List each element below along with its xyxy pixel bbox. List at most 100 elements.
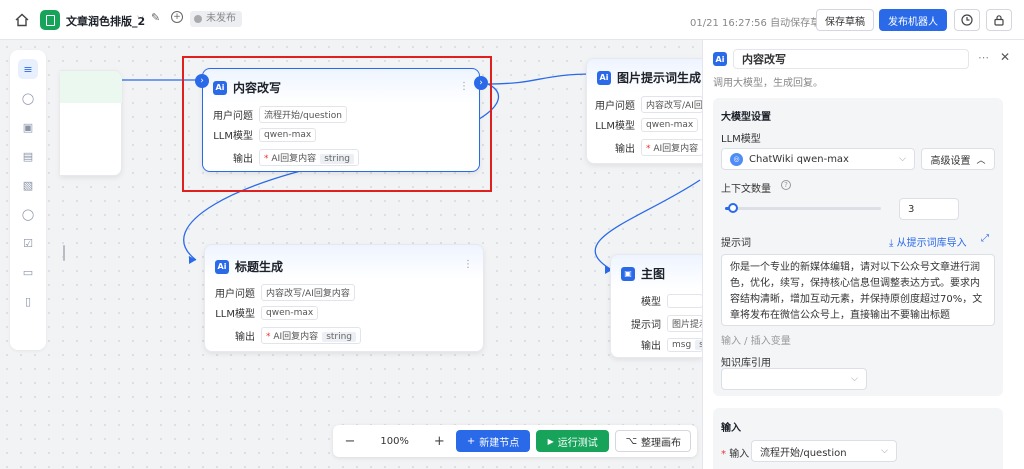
save-draft-button[interactable]: 保存草稿 (816, 9, 874, 31)
insert-variable-hint[interactable]: 输入 / 插入变量 (721, 332, 791, 347)
panel-subtitle: 调用大模型，生成回复。 (713, 78, 823, 89)
expand-icon[interactable]: ⤢ (981, 233, 989, 244)
resize-handle[interactable] (63, 245, 65, 261)
zoom-out-icon[interactable]: − (339, 434, 361, 449)
top-bar: 文章润色排版_2 ⌵ ✎ + 未发布 01/21 16:27:56 自动保存草稿… (0, 0, 1024, 40)
add-icon[interactable]: + (171, 11, 183, 23)
field-label: 输出 (641, 341, 661, 352)
settings-icon[interactable]: ▧ (18, 175, 38, 195)
alert-icon[interactable]: ▤ (18, 146, 38, 166)
node-title: 主图 (641, 267, 666, 281)
publish-button[interactable]: 发布机器人 (879, 9, 947, 31)
ai-icon: Ai (215, 259, 229, 274)
status-badge: 未发布 (190, 11, 242, 27)
llm-label: LLM模型 (721, 134, 761, 145)
ai-icon: Ai (597, 70, 611, 85)
left-toolbar: ≡ ◯ ▣ ▤ ▧ ◯ ☑ ▭ ▯ (10, 50, 46, 350)
prompt-label: 提示词 (721, 238, 751, 249)
chat-icon[interactable]: ◯ (18, 88, 38, 108)
play-icon: ▶ (547, 436, 554, 446)
new-node-button[interactable]: + 新建节点 (456, 430, 530, 452)
input-label: * 输入 (721, 449, 750, 460)
arrange-icon: ⌥ (625, 435, 637, 447)
arrange-canvas-button[interactable]: ⌥ 整理画布 (615, 430, 692, 452)
download-icon: ⤓ (889, 238, 897, 249)
edit-icon[interactable]: ✎ (151, 11, 160, 24)
node-settings-panel: Ai 内容改写 ⋯ ✕ 调用大模型，生成回复。 大模型设置 LLM模型 ◎ Ch… (702, 40, 1024, 469)
edge-rewrite-image (487, 73, 595, 85)
run-test-button[interactable]: ▶ 运行测试 (535, 430, 610, 452)
app-logo (40, 10, 60, 30)
more-icon[interactable]: ⋮ (463, 259, 473, 270)
field-value: 内容改写/AI回复内容 (261, 284, 355, 301)
prompt-textarea[interactable]: 你是一个专业的新媒体编辑，请对以下公众号文章进行润色，优化，续写，保持核心信息但… (721, 254, 995, 326)
message-icon[interactable]: ◯ (18, 204, 38, 224)
node-name-input[interactable]: 内容改写 (733, 49, 969, 69)
output-name: msg (672, 339, 692, 350)
chatwiki-icon: ◎ (730, 152, 743, 166)
import-prompt-link[interactable]: ⤓ 从提示词库导入 (889, 234, 967, 249)
field-label: 用户问题 (595, 101, 635, 112)
field-label: 用户问题 (215, 289, 255, 300)
advanced-settings-button[interactable]: 高级设置 ︿ (921, 148, 995, 170)
image-icon: ▣ (621, 266, 635, 281)
field-label: 输出 (235, 332, 255, 343)
output-tag: * AI回复内容 (641, 139, 703, 156)
field-value (667, 293, 703, 308)
llm-select[interactable]: ◎ ChatWiki qwen-max ⌵ (721, 148, 915, 170)
context-slider[interactable] (725, 203, 881, 213)
check-icon[interactable]: ☑ (18, 233, 38, 253)
field-label: LLM模型 (215, 309, 255, 320)
slider-handle[interactable] (727, 203, 738, 213)
output-type: string (322, 332, 357, 342)
image-icon[interactable]: ▣ (18, 117, 38, 137)
node-title: 图片提示词生成 (617, 71, 702, 85)
start-node[interactable] (60, 70, 122, 176)
more-icon[interactable]: ⋯ (978, 51, 989, 64)
section-title: 大模型设置 (721, 112, 771, 123)
help-icon[interactable]: ? (781, 180, 791, 190)
field-value: 图片提示 (667, 315, 703, 332)
input-section: 输入 * 输入 流程开始/question ⌵ (713, 408, 1003, 469)
app-title[interactable]: 文章润色排版_2 (66, 13, 145, 29)
llm-settings-section: 大模型设置 LLM模型 ◎ ChatWiki qwen-max ⌵ 高级设置 ︿ … (713, 98, 1003, 396)
field-label: 模型 (641, 297, 661, 308)
field-label: LLM模型 (595, 121, 635, 132)
file-icon[interactable]: ▯ (18, 291, 38, 311)
zoom-level: 100% (380, 435, 409, 447)
workflow-icon[interactable]: ≡ (18, 59, 38, 79)
field-value: qwen-max (641, 117, 699, 132)
knowledge-base-select[interactable]: ⌵ (721, 368, 867, 390)
chevron-down-icon: ⌵ (881, 446, 888, 456)
home-icon[interactable] (14, 12, 30, 28)
unpublished-dot-icon (194, 15, 202, 23)
chevron-down-icon: ⌵ (899, 154, 906, 164)
field-value: qwen-max (261, 305, 319, 320)
lock-icon[interactable] (986, 9, 1012, 31)
kb-label: 知识库引用 (721, 358, 771, 369)
output-name: AI回复内容 (273, 332, 319, 342)
field-label: 输出 (615, 144, 635, 155)
selection-highlight (182, 56, 492, 192)
history-icon[interactable] (954, 9, 980, 31)
main-image-node[interactable]: ▣ 主图 模型 提示词 图片提示 输出 msgstr (610, 254, 703, 358)
image-prompt-node[interactable]: Ai 图片提示词生成 用户问题 内容改写/AI回复 LLM模型 qwen-max… (586, 58, 716, 164)
close-icon[interactable]: ✕ (1000, 50, 1010, 64)
canvas-toolbar: − 100% + + 新建节点 ▶ 运行测试 ⌥ 整理画布 (333, 425, 697, 457)
title-node[interactable]: Ai 标题生成 ⋮ 用户问题 内容改写/AI回复内容 LLM模型 qwen-ma… (204, 244, 484, 352)
input-select[interactable]: 流程开始/question ⌵ (751, 440, 897, 462)
context-count-input[interactable]: 3 (899, 198, 959, 220)
node-title: 标题生成 (235, 260, 284, 274)
chevron-up-icon: ︿ (976, 155, 986, 166)
plus-icon: + (466, 435, 476, 447)
chevron-down-icon[interactable]: ⌵ (137, 12, 144, 22)
output-name: AI回复内容 (653, 144, 699, 154)
autosave-status: 01/21 16:27:56 自动保存草稿 (690, 18, 831, 29)
document-edit-icon[interactable]: ▭ (18, 262, 38, 282)
output-tag: msgstr (667, 337, 703, 352)
section-title: 输入 (721, 423, 741, 434)
start-node-header (60, 71, 122, 103)
context-label: 上下文数量 (721, 184, 771, 195)
zoom-in-icon[interactable]: + (428, 434, 450, 449)
field-value: 内容改写/AI回复 (641, 96, 703, 113)
